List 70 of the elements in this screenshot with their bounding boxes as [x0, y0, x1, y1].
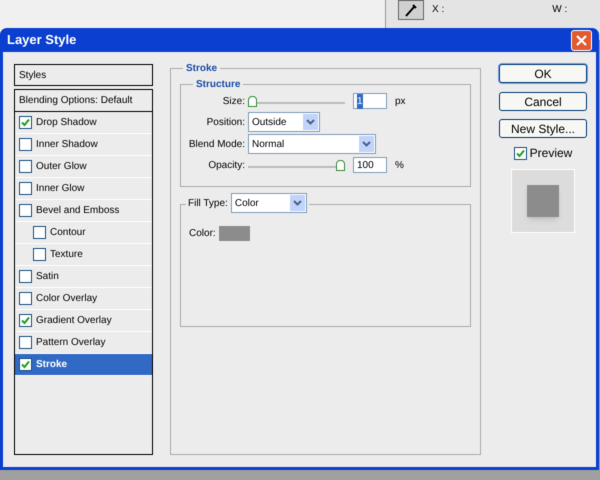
dialog-button[interactable]: New Style... — [499, 119, 587, 138]
input-field[interactable]: 1 — [353, 93, 387, 109]
item-label: Bevel and Emboss — [36, 204, 120, 218]
list-item[interactable]: Bevel and Emboss — [15, 200, 152, 222]
field-label: Color: — [189, 227, 216, 241]
item-label: Stroke — [36, 358, 68, 372]
list-item[interactable]: Color Overlay — [15, 288, 152, 310]
slider-thumb[interactable] — [248, 96, 257, 106]
checkbox-label: Preview — [530, 145, 572, 162]
close-button[interactable] — [571, 30, 592, 50]
checkbox[interactable] — [19, 292, 32, 305]
dialog-button[interactable]: OK — [499, 64, 587, 83]
checkbox[interactable] — [19, 138, 32, 151]
checkbox[interactable] — [19, 336, 32, 349]
item-label: Satin — [36, 270, 59, 284]
info-label: X : — [432, 3, 444, 17]
list-item[interactable]: Blending Options: Default — [15, 90, 152, 112]
checkbox[interactable] — [19, 204, 32, 217]
item-label: Inner Glow — [36, 182, 84, 196]
chevron-icon — [290, 195, 305, 211]
item-label: Contour — [50, 226, 86, 240]
list-item[interactable]: Inner Shadow — [15, 134, 152, 156]
list-item[interactable]: Drop Shadow — [15, 112, 152, 134]
checkbox[interactable] — [514, 146, 527, 160]
checkbox[interactable] — [19, 182, 32, 195]
list-item[interactable]: Inner Glow — [15, 178, 152, 200]
chevron-icon — [359, 136, 374, 152]
item-label: Color Overlay — [36, 292, 98, 306]
item-label: Gradient Overlay — [36, 314, 112, 328]
color-swatch[interactable] — [218, 226, 250, 241]
slider-track[interactable] — [248, 158, 345, 172]
dropdown[interactable]: Color — [230, 193, 307, 213]
checkbox[interactable] — [19, 314, 32, 327]
close-icon — [576, 34, 587, 46]
field-label: Size: — [222, 94, 245, 108]
dropdown[interactable]: Outside — [248, 112, 320, 132]
checkbox[interactable] — [19, 358, 32, 371]
checkbox[interactable] — [19, 270, 32, 283]
field-label: Blend Mode: — [188, 138, 245, 152]
list-header: Styles — [14, 64, 153, 86]
slider-track[interactable] — [248, 94, 345, 108]
list-item[interactable]: Texture — [15, 244, 152, 266]
checkbox[interactable] — [33, 248, 46, 261]
field-label: Fill Type: — [188, 196, 228, 210]
field-label: Opacity: — [207, 158, 245, 172]
dialog-button[interactable]: Cancel — [499, 92, 587, 111]
slider-thumb[interactable] — [336, 160, 345, 170]
list-item[interactable]: Outer Glow — [15, 156, 152, 178]
eyedropper-icon[interactable] — [398, 0, 424, 20]
item-label: Outer Glow — [36, 160, 87, 174]
input-field[interactable]: 100 — [353, 157, 387, 173]
list-item[interactable]: Stroke — [15, 354, 152, 376]
dropdown[interactable]: Normal — [248, 134, 376, 154]
item-label: Inner Shadow — [36, 138, 98, 152]
window-title: Layer Style — [7, 31, 76, 50]
checkbox[interactable] — [19, 116, 32, 129]
list-item[interactable]: Contour — [15, 222, 152, 244]
list-item[interactable]: Satin — [15, 266, 152, 288]
unit-label: % — [395, 158, 404, 172]
item-label: Drop Shadow — [36, 116, 97, 130]
checkbox[interactable] — [19, 160, 32, 173]
item-label: Texture — [50, 248, 83, 262]
unit-label: px — [395, 94, 406, 108]
checkbox[interactable] — [33, 226, 46, 239]
preview-square — [527, 185, 559, 217]
info-label: W : — [552, 3, 568, 17]
list-item[interactable]: Gradient Overlay — [15, 310, 152, 332]
field-label: Position: — [206, 116, 245, 130]
chevron-icon — [303, 114, 318, 130]
item-label: Pattern Overlay — [36, 336, 106, 350]
